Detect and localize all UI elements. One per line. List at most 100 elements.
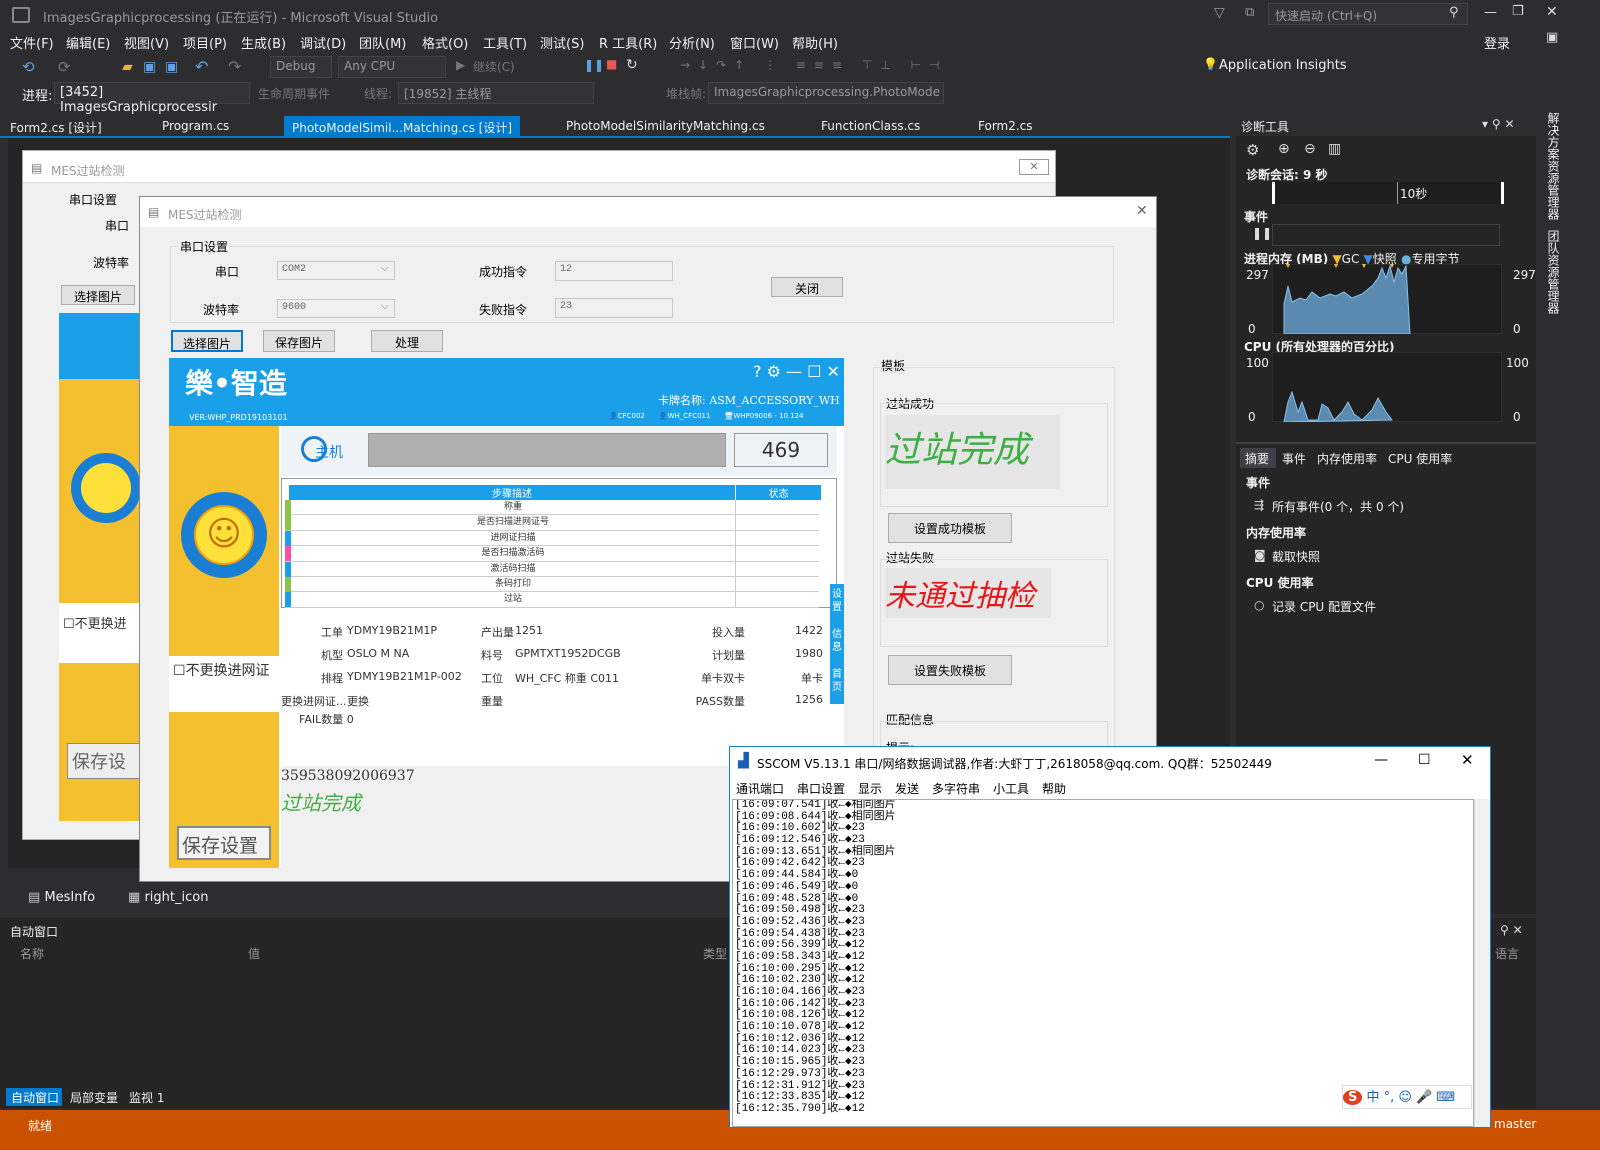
tab-functionclass[interactable]: FunctionClass.cs (813, 116, 928, 136)
tab-program[interactable]: Program.cs (154, 116, 237, 136)
process-button[interactable]: 处理 (371, 330, 443, 352)
side-tab-team-explorer[interactable]: 团队资源管理器 (1540, 230, 1562, 320)
diag-tab-memory[interactable]: 内存使用率 (1317, 450, 1377, 467)
sscom-menu-port[interactable]: 通讯端口 (736, 780, 784, 797)
settings-icon[interactable]: ⚙ (1246, 141, 1259, 159)
search-icon[interactable]: ⚲ (1449, 5, 1459, 20)
app-insights-button[interactable]: Application Insights (1219, 58, 1347, 73)
menu-format[interactable]: 格式(O) (422, 33, 468, 52)
tray-right-icon[interactable]: ▦ right_icon (128, 890, 208, 905)
open-folder-icon[interactable]: ▰ (122, 59, 133, 75)
menu-team[interactable]: 团队(M) (359, 33, 406, 52)
ime-toolbar[interactable]: S 中 °, ☺ 🎤 ⌨ (1342, 1085, 1472, 1109)
undo-icon[interactable]: ↶ (195, 57, 208, 76)
restore-icon[interactable]: ❐ (1512, 4, 1524, 19)
menu-help[interactable]: 帮助(H) (792, 33, 838, 52)
back-save-button[interactable]: 保存设 (67, 743, 147, 779)
thread-select[interactable]: [19852] 主线程 (398, 82, 594, 104)
sscom-menu-serial[interactable]: 串口设置 (797, 780, 845, 797)
pause-icon[interactable]: ❚❚ (584, 58, 604, 72)
save-all-icon[interactable]: ▣ (165, 59, 178, 75)
sscom-close-icon[interactable]: ✕ (1461, 751, 1474, 769)
menu-build[interactable]: 生成(B) (241, 33, 286, 52)
menu-analyze[interactable]: 分析(N) (669, 33, 715, 52)
menu-view[interactable]: 视图(V) (124, 33, 169, 52)
chart-icon[interactable]: ▥ (1328, 141, 1341, 157)
select-image-button[interactable]: 选择图片 (171, 330, 243, 352)
login-link[interactable]: 登录 (1484, 33, 1510, 52)
all-events-link[interactable]: 所有事件(0 个，共 0 个) (1272, 498, 1404, 515)
timeline-ruler[interactable]: 10秒 (1272, 182, 1504, 204)
baud-select[interactable]: 9600 (277, 299, 395, 318)
quick-launch-input[interactable]: 快速启动 (Ctrl+Q) (1268, 3, 1468, 25)
menu-test[interactable]: 测试(S) (540, 33, 584, 52)
sscom-menu-tools[interactable]: 小工具 (993, 780, 1029, 797)
fail-cmd-field[interactable]: 23 (555, 298, 673, 318)
menu-r-tools[interactable]: R 工具(R) (599, 33, 657, 52)
redo-icon[interactable]: ↷ (228, 57, 241, 76)
forward-icon[interactable]: ⟳ (58, 58, 71, 76)
save-icon[interactable]: ▣ (143, 59, 156, 75)
status-branch[interactable]: master (1494, 1117, 1536, 1131)
sscom-menu-display[interactable]: 显示 (858, 780, 882, 797)
notification-icon[interactable]: ⧉ (1245, 5, 1254, 20)
stop-icon[interactable]: ■ (606, 57, 617, 71)
back-form-close-icon[interactable]: ✕ (1019, 159, 1049, 175)
ok-cmd-field[interactable]: 12 (555, 261, 673, 281)
sscom-menu-send[interactable]: 发送 (895, 780, 919, 797)
zoom-in-icon[interactable]: ⊕ (1278, 141, 1290, 157)
tab-photomodel-design[interactable]: PhotoModelSimil...Matching.cs [设计] (284, 116, 521, 136)
host-input[interactable] (368, 433, 726, 467)
menu-file[interactable]: 文件(F) (10, 33, 54, 52)
platform-select[interactable]: Any CPU (338, 56, 446, 78)
minimize-icon[interactable]: — (1484, 5, 1497, 20)
lifecycle-events[interactable]: 生命周期事件 (258, 85, 330, 102)
tray-mesinfo[interactable]: ▤ MesInfo (28, 890, 95, 905)
zoom-out-icon[interactable]: ⊖ (1304, 141, 1316, 157)
diag-tab-events[interactable]: 事件 (1282, 450, 1306, 467)
back-icon[interactable]: ⟲ (22, 58, 35, 76)
sscom-menu-multistring[interactable]: 多字符串 (932, 780, 980, 797)
side-tab-solution-explorer[interactable]: 解决方案资源管理器 (1540, 112, 1562, 222)
close-icon[interactable]: ✕ (1546, 4, 1558, 20)
menu-edit[interactable]: 编辑(E) (66, 33, 110, 52)
form-close-icon[interactable]: ✕ (1136, 203, 1148, 219)
tab-photomodel-cs[interactable]: PhotoModelSimilarityMatching.cs (558, 116, 773, 136)
menu-window[interactable]: 窗口(W) (730, 33, 779, 52)
pause-events-icon[interactable]: ❚❚ (1252, 226, 1272, 240)
menu-project[interactable]: 项目(P) (183, 33, 227, 52)
lightbulb-icon[interactable]: 💡 (1203, 57, 1218, 71)
process-select[interactable]: [3452] ImagesGraphicprocessir (54, 82, 250, 115)
menu-tools[interactable]: 工具(T) (483, 33, 527, 52)
continue-button[interactable]: 继续(C) (473, 58, 515, 75)
restart-icon[interactable]: ↻ (626, 57, 638, 73)
sscom-minimize-icon[interactable]: — (1374, 752, 1388, 768)
side-tab-info[interactable]: 信息 (830, 624, 844, 664)
tab-form2-cs[interactable]: Form2.cs (970, 116, 1041, 136)
diag-pin-close[interactable]: ▾ ⚲ ✕ (1482, 117, 1515, 131)
sscom-maximize-icon[interactable]: ☐ (1418, 752, 1431, 768)
diag-tab-cpu[interactable]: CPU 使用率 (1388, 450, 1452, 467)
filter-icon[interactable]: ▽ (1214, 5, 1225, 21)
set-success-template-button[interactable]: 设置成功模板 (888, 513, 1012, 543)
save-image-button[interactable]: 保存图片 (263, 330, 335, 352)
side-tab-home[interactable]: 首页 (830, 664, 844, 704)
close-port-button[interactable]: 关闭 (771, 277, 843, 297)
diag-tab-summary[interactable]: 摘要 (1245, 450, 1269, 467)
back-no-change-checkbox[interactable]: ☐不更换进 (63, 613, 127, 632)
side-tab-settings[interactable]: 设置 (830, 584, 844, 624)
receive-log[interactable]: [16:09:07.541]收←◆相同图片 [16:09:08.644]收←◆相同… (732, 799, 1474, 1127)
mes-save-button[interactable]: 保存设置 (177, 826, 271, 860)
tab-autos[interactable]: 自动窗口 (11, 1089, 59, 1106)
tab-watch1[interactable]: 监视 1 (129, 1089, 164, 1106)
config-select[interactable]: Debug (270, 56, 332, 78)
record-cpu-button[interactable]: 记录 CPU 配置文件 (1272, 598, 1376, 615)
stack-select[interactable]: ImagesGraphicprocessing.PhotoMode (708, 82, 944, 104)
take-snapshot-button[interactable]: 截取快照 (1272, 548, 1320, 565)
log-scrollbar[interactable] (1474, 799, 1490, 1127)
continue-icon[interactable]: ▶ (456, 58, 465, 72)
tab-locals[interactable]: 局部变量 (70, 1089, 118, 1106)
pane-close-icon[interactable]: ⚲ ✕ (1500, 923, 1523, 937)
back-select-image-button[interactable]: 选择图片 (61, 285, 135, 305)
no-change-checkbox[interactable]: ☐不更换进网证 (173, 660, 270, 680)
